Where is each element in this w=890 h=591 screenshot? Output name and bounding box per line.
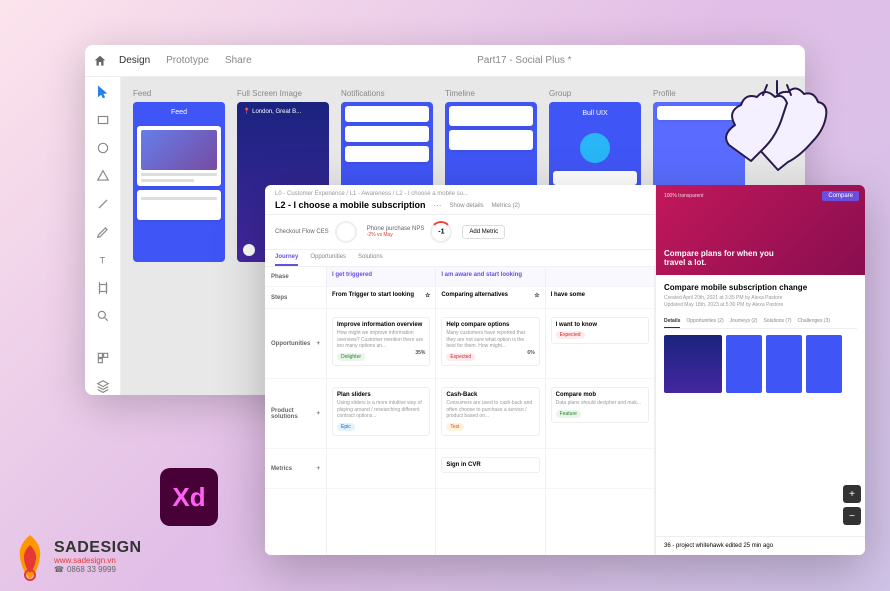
- nav-journey[interactable]: Journey: [275, 254, 298, 266]
- phase-cell[interactable]: I get triggered: [327, 267, 435, 287]
- hands-illustration: [705, 75, 845, 195]
- side-tab-details[interactable]: Details: [664, 315, 680, 328]
- show-details-toggle[interactable]: Show details: [450, 203, 484, 209]
- xd-logo: Xd: [160, 468, 218, 526]
- breadcrumb[interactable]: L0 - Customer Experience / L1 - Awarenes…: [275, 191, 645, 197]
- metrics-count[interactable]: Metrics (2): [492, 203, 520, 209]
- hero-image: Compare 100% transparent Compare plans f…: [656, 185, 865, 275]
- star-icon[interactable]: ☆: [425, 292, 430, 299]
- thumb-fullscreen[interactable]: [664, 335, 722, 393]
- phone-icon: ☎: [54, 566, 64, 575]
- hero-title: Compare plans for when you travel a lot.: [664, 249, 784, 267]
- tab-prototype[interactable]: Prototype: [166, 55, 209, 66]
- line-tool-icon[interactable]: [95, 197, 111, 211]
- select-tool-icon[interactable]: [95, 85, 111, 99]
- nps-gauge[interactable]: -1: [430, 221, 452, 243]
- solution-card[interactable]: Compare mob Data plans should decipher a…: [551, 387, 649, 423]
- artboard-label[interactable]: Full Screen Image: [237, 89, 329, 98]
- artboard-tool-icon[interactable]: [95, 281, 111, 295]
- phase-cell[interactable]: [546, 267, 654, 287]
- assets-icon[interactable]: [95, 351, 111, 365]
- tag-feature: Feature: [556, 410, 581, 418]
- home-icon[interactable]: [93, 54, 107, 68]
- activity-footer[interactable]: 36 - project whitehawk edited 25 min ago: [656, 536, 865, 555]
- row-opps-label: Opportunities +: [265, 309, 326, 379]
- ellipse-tool-icon[interactable]: [95, 141, 111, 155]
- metric-ces-label: Checkout Flow CES: [275, 229, 329, 235]
- ces-gauge[interactable]: [335, 221, 357, 243]
- phase-cell[interactable]: I am aware and start looking: [436, 267, 544, 287]
- tag-expected: Expected: [446, 353, 475, 361]
- nav-solutions[interactable]: Solutions: [358, 254, 383, 266]
- tag-epic: Epic: [337, 423, 355, 431]
- solution-card[interactable]: Plan sliders Using sliders is a more int…: [332, 387, 430, 436]
- nav-opportunities[interactable]: Opportunities: [310, 254, 346, 266]
- tab-design[interactable]: Design: [119, 55, 150, 66]
- add-metric-button[interactable]: Add Metric: [462, 225, 505, 239]
- opportunity-card[interactable]: Help compare options Many customers have…: [441, 317, 539, 366]
- side-title: Compare mobile subscription change: [664, 283, 857, 292]
- tag-test: Test: [446, 423, 463, 431]
- solution-card[interactable]: Cash-Back Consumers are used to cash-bac…: [441, 387, 539, 436]
- brand-name: SADESIGN: [54, 539, 142, 557]
- step-title[interactable]: I have some: [551, 292, 649, 298]
- artboard-label[interactable]: Timeline: [445, 89, 537, 98]
- zoom-out-button[interactable]: −: [843, 507, 861, 525]
- pen-tool-icon[interactable]: [95, 225, 111, 239]
- zoom-tool-icon[interactable]: [95, 309, 111, 323]
- xd-titlebar: Design Prototype Share Part17 - Social P…: [85, 45, 805, 77]
- tag-expected: Expected: [556, 331, 585, 339]
- tag-delighter: Delighter: [337, 353, 365, 361]
- page-title: L2 - I choose a mobile subscription: [275, 200, 426, 210]
- opportunity-card[interactable]: I want to know Expected: [551, 317, 649, 344]
- thumb-group[interactable]: [806, 335, 842, 393]
- layers-icon[interactable]: [95, 379, 111, 393]
- created-meta: Created April 20th, 2021 at 3:35 PM by A…: [664, 295, 857, 302]
- artboard-label[interactable]: Group: [549, 89, 641, 98]
- journey-nav: Journey Opportunities Solutions: [265, 250, 655, 267]
- thumb-notifications[interactable]: [726, 335, 762, 393]
- sadesign-brand: SADESIGN www.sadesign.vn ☎0868 33 9999: [12, 533, 142, 581]
- artboard-label[interactable]: Notifications: [341, 89, 433, 98]
- metric-card[interactable]: Sign in CVR: [441, 457, 539, 473]
- detail-panel: Compare 100% transparent Compare plans f…: [655, 185, 865, 555]
- thumbnail-strip: [664, 335, 857, 393]
- side-tab-solutions[interactable]: Solutions (7): [763, 315, 791, 328]
- side-tab-journeys[interactable]: Journeys (2): [730, 315, 758, 328]
- zoom-in-button[interactable]: +: [843, 485, 861, 503]
- svg-text:T: T: [99, 256, 105, 266]
- artboard-label[interactable]: Feed: [133, 89, 225, 98]
- journey-window: — □ ✕ L0 - Customer Experience / L1 - Aw…: [265, 185, 865, 555]
- side-tab-challenges[interactable]: Challenges (3): [798, 315, 831, 328]
- thumb-timeline[interactable]: [766, 335, 802, 393]
- row-metrics-label: Metrics +: [265, 449, 326, 489]
- row-solutions-label: Product solutions +: [265, 379, 326, 449]
- polygon-tool-icon[interactable]: [95, 169, 111, 183]
- step-title[interactable]: From Trigger to start looking☆: [332, 292, 430, 299]
- xd-toolbar: T: [85, 77, 121, 395]
- artboard-feed[interactable]: Feed: [133, 102, 225, 262]
- star-icon[interactable]: ☆: [534, 292, 539, 299]
- metric-nps-delta: -2% vs May: [367, 232, 425, 238]
- step-title[interactable]: Comparing alternatives☆: [441, 292, 539, 299]
- tab-share[interactable]: Share: [225, 55, 252, 66]
- xd-mode-tabs: Design Prototype Share: [119, 55, 252, 66]
- updated-meta: Updated May 18th, 2023 at 5:30 PM by Ale…: [664, 302, 857, 309]
- opportunity-card[interactable]: Improve information overview How might w…: [332, 317, 430, 366]
- row-phase-label: Phase: [265, 267, 326, 287]
- side-tab-opps[interactable]: Opportunities (2): [686, 315, 723, 328]
- flame-icon: [12, 533, 48, 581]
- brand-phone: ☎0868 33 9999: [54, 566, 142, 575]
- more-icon[interactable]: ⋯: [434, 201, 442, 210]
- text-tool-icon[interactable]: T: [95, 253, 111, 267]
- row-steps-label: Steps: [265, 287, 326, 309]
- document-title: Part17 - Social Plus *: [252, 55, 797, 66]
- rectangle-tool-icon[interactable]: [95, 113, 111, 127]
